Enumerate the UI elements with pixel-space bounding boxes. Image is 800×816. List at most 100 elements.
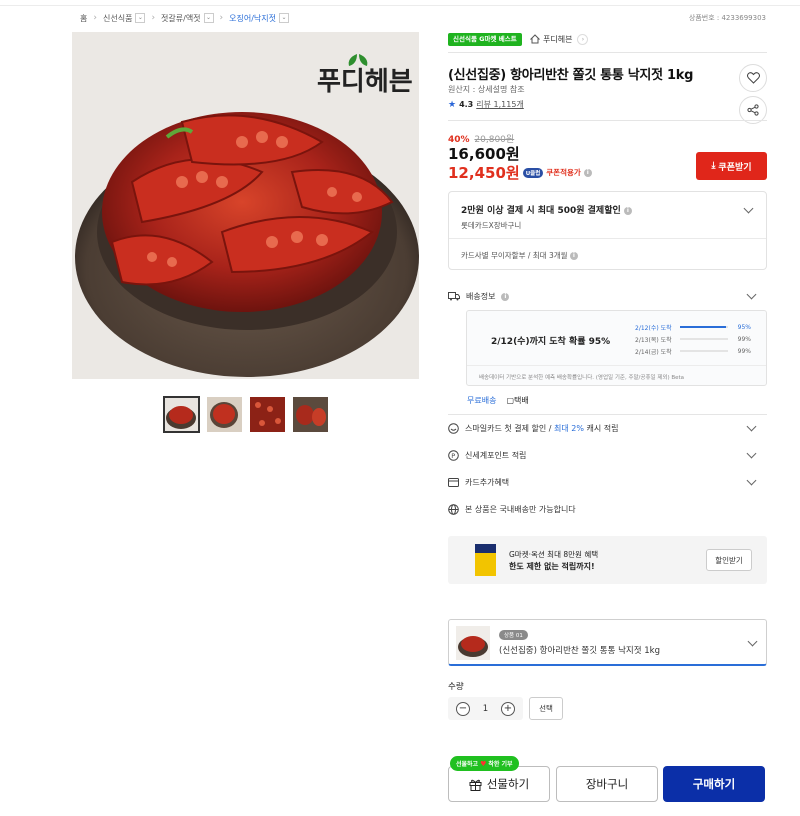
buy-now-button[interactable]: 구매하기 (663, 766, 765, 802)
add-to-cart-button[interactable]: 장바구니 (556, 766, 658, 802)
option-thumbnail (456, 626, 490, 660)
breadcrumb-item-2[interactable]: 젓갈류/액젓 ⌄ (161, 13, 214, 24)
quantity-value[interactable]: 1 (483, 704, 488, 714)
rating: ★ 4.3 리뷰 1,115개 (448, 99, 524, 110)
gift-bubble-text: 선물하고 (456, 761, 479, 768)
card-offer-title-text: 2만원 이상 결제 시 최대 500원 결제할인 (461, 206, 621, 216)
coupon-button[interactable]: ⤓ 쿠폰받기 (696, 152, 767, 180)
delivery-bar-track (679, 350, 729, 352)
wishlist-button[interactable] (739, 64, 767, 92)
thumbnail-4[interactable] (293, 397, 328, 432)
chevron-down-icon[interactable] (746, 477, 756, 487)
smilecard-row[interactable]: 스마일카드 첫 결제 할인 / 최대 2% 캐시 적립 (448, 423, 767, 434)
chevron-down-icon[interactable] (747, 638, 757, 648)
courier-option: ▢택배 (506, 395, 528, 406)
banner-line1: G마켓·옥션 최대 8만원 혜택 (509, 550, 599, 559)
card-extra-row[interactable]: 카드추가혜택 (448, 477, 767, 488)
shipping-type: 무료배송 ▢택배 (467, 395, 529, 406)
option-tag: 상품 01 (499, 630, 528, 640)
divider (448, 414, 767, 415)
shinsegae-row[interactable]: P 신세계포인트 적립 (448, 450, 767, 461)
chevron-down-icon[interactable]: ⌄ (203, 13, 214, 23)
breadcrumb-separator-icon: › (93, 13, 97, 23)
divider (448, 120, 767, 121)
delivery-percent: 95% (737, 323, 751, 331)
breadcrumb-item-label: 젓갈류/액젓 (161, 13, 201, 23)
gift-button-label: 선물하기 (486, 777, 530, 791)
delivery-bar-track (679, 326, 729, 328)
breadcrumb-item-3[interactable]: 오징어/낙지젓 ⌄ (229, 13, 290, 24)
card-offer-title[interactable]: 2만원 이상 결제 시 최대 500원 결제할인 i (461, 203, 632, 216)
chevron-down-icon[interactable] (746, 291, 756, 301)
info-icon[interactable]: i (501, 292, 510, 301)
smilecard-text-part: 스마일카드 첫 결제 할인 / (465, 424, 555, 433)
delivery-bar-row: 2/14(금) 도착 99% (635, 345, 751, 357)
chevron-down-icon[interactable] (746, 423, 756, 433)
sale-price: 16,600원 (448, 145, 520, 163)
plus-button[interactable]: + (500, 701, 515, 716)
installment-info[interactable]: 카드사별 무이자할부 / 최대 3개월 i (461, 250, 578, 261)
top-divider (0, 5, 800, 6)
chevron-down-icon[interactable]: ⌄ (135, 13, 146, 23)
divider (448, 52, 767, 53)
coupon-price-label: 쿠폰적용가 (546, 168, 581, 177)
option-selector[interactable]: 상품 01 (신선집중) 항아리반찬 쫄깃 통통 낙지젓 1kg (448, 619, 767, 666)
get-discount-button[interactable]: 할인받기 (706, 549, 752, 571)
chevron-down-icon[interactable] (743, 205, 753, 215)
delivery-bar-row: 2/13(목) 도착 99% (635, 333, 751, 345)
u-club-badge: U클럽 (522, 167, 544, 178)
thumbnail-2[interactable] (207, 397, 242, 432)
product-main-image[interactable]: 푸디헤븐 (72, 32, 419, 379)
shop-link[interactable]: 푸디헤븐 › (530, 31, 589, 47)
thumbnail-3[interactable] (250, 397, 285, 432)
svg-text:P: P (451, 452, 455, 460)
gift-donation-bubble: 선물하고 ♥ 착한 기부 (450, 756, 519, 771)
delivery-forecast: 2/12(수)까지 도착 확률 95% 2/12(수) 도착 95% 2/13(… (466, 310, 767, 386)
smile-icon (448, 423, 459, 434)
domestic-text: 본 상품은 국내배송만 가능합니다 (465, 505, 576, 514)
chevron-down-icon[interactable] (746, 450, 756, 460)
product-photo: 푸디헤븐 (72, 32, 419, 379)
rating-score: 4.3 (459, 100, 474, 109)
credit-card-icon (448, 478, 459, 487)
promo-banner[interactable]: G마켓·옥션 최대 8만원 혜택 한도 제한 없는 적립까지! 할인받기 (448, 536, 767, 584)
truck-icon (448, 292, 460, 301)
courier-label: 택배 (514, 396, 529, 405)
gift-button[interactable]: 선물하기 (448, 766, 550, 802)
delivery-date: 2/14(금) 도착 (635, 348, 672, 356)
globe-icon (448, 504, 459, 515)
review-link[interactable]: 리뷰 1,115개 (476, 99, 524, 110)
shipping-label: 배송정보 (466, 292, 496, 301)
info-icon[interactable]: i (569, 252, 578, 260)
heart-icon (746, 72, 760, 84)
info-icon[interactable]: i (583, 168, 592, 177)
delivery-bar-row: 2/12(수) 도착 95% (635, 321, 751, 333)
shinsegae-text: 신세계포인트 적립 (465, 451, 527, 460)
info-icon[interactable]: i (623, 206, 632, 215)
delivery-percent: 99% (737, 335, 751, 343)
breadcrumb-home[interactable]: 홈 (80, 13, 87, 24)
chevron-down-icon[interactable]: ⌄ (279, 13, 290, 23)
point-icon: P (448, 450, 459, 461)
thumbnail-1[interactable] (163, 396, 200, 433)
shop-name: 푸디헤븐 (543, 34, 573, 44)
breadcrumb-item-label: 오징어/낙지젓 (229, 13, 277, 23)
divider (467, 365, 766, 366)
breadcrumb-item-label: 신선식품 (102, 13, 133, 23)
breadcrumb-item-1[interactable]: 신선식품 ⌄ (102, 13, 146, 24)
free-shipping-label: 무료배송 (467, 396, 497, 405)
minus-button[interactable]: − (456, 701, 470, 716)
thumbnail-list (163, 396, 328, 433)
delivery-date: 2/13(목) 도착 (635, 336, 672, 344)
delivery-bar-fill (679, 326, 726, 328)
smilecard-text: 스마일카드 첫 결제 할인 / 최대 2% 캐시 적립 (465, 423, 619, 434)
delivery-date: 2/12(수) 도착 (635, 324, 672, 332)
divider (449, 238, 766, 239)
domestic-row: 본 상품은 국내배송만 가능합니다 (448, 504, 767, 515)
breadcrumb: 홈 › 신선식품 ⌄ › 젓갈류/액젓 ⌄ › 오징어/낙지젓 ⌄ (80, 11, 290, 25)
select-button[interactable]: 선택 (529, 697, 563, 720)
smilecard-text-part: 캐시 적립 (583, 424, 619, 433)
coupon-price-row: 12,450원 U클럽 쿠폰적용가 i (448, 162, 592, 183)
shipping-row[interactable]: 배송정보 i (448, 291, 767, 302)
product-origin: 원산지 : 상세설명 참조 (448, 85, 525, 94)
